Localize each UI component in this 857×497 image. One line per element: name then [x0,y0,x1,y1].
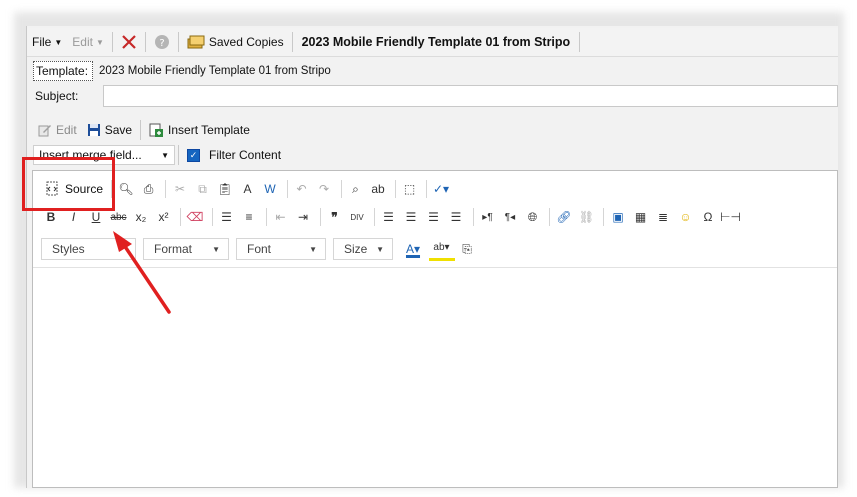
annotation-arrow [113,231,171,314]
